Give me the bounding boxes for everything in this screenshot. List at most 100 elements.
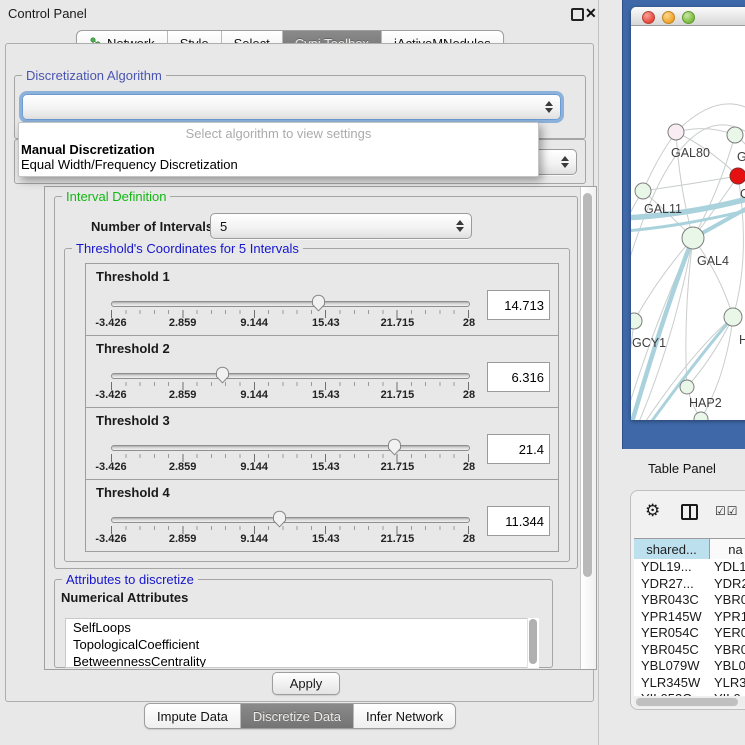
tab-impute-data[interactable]: Impute Data (145, 704, 240, 728)
algorithm-combobox[interactable] (22, 94, 561, 120)
slider-tick-labels: -3.4262.8599.14415.4321.71528 (111, 533, 469, 546)
node-hap2[interactable] (680, 380, 694, 394)
cell-shared-name: YBR043C (634, 592, 709, 609)
threshold-panel-1: Threshold 1 -3.4262.8599.14415.4321.7152… (85, 263, 559, 336)
tab-discretize-data-label: Discretize Data (253, 709, 341, 724)
column-header-shared-name[interactable]: shared... (634, 539, 710, 560)
tick-label: -3.426 (95, 389, 126, 401)
node-selected-red[interactable] (730, 168, 745, 184)
number-of-intervals-combobox[interactable]: 5 (210, 213, 472, 239)
control-panel-titlebar: Control Panel ✕ (0, 0, 598, 26)
tick-label: 2.859 (169, 389, 197, 401)
gear-icon[interactable]: ⚙ (645, 501, 660, 521)
zoom-traffic-light-icon[interactable] (682, 11, 695, 24)
algorithm-dropdown-popup: Select algorithm to view settings Manual… (18, 122, 539, 177)
threshold-2-value-field[interactable] (487, 362, 550, 392)
table-row[interactable]: YLR345WYLR3 (634, 675, 745, 692)
float-window-icon[interactable] (571, 8, 584, 21)
threshold-3-slider[interactable] (111, 445, 470, 451)
list-item[interactable]: TopologicalCoefficient (66, 636, 528, 653)
cell-shared-name: YPR145W (634, 609, 709, 626)
numerical-attributes-list: SelfLoopsTopologicalCoefficientBetweenne… (65, 618, 529, 668)
table-row[interactable]: YBL079WYBL0 (634, 658, 745, 675)
threshold-1-value-field[interactable] (487, 290, 550, 320)
threshold-3-value-field[interactable] (487, 434, 550, 464)
node-bottom[interactable] (694, 412, 708, 420)
panel-title: Control Panel (8, 6, 87, 21)
checkboxes-icon[interactable]: ☑☑ (715, 504, 739, 518)
cell-shared-name: YBL079W (634, 658, 709, 675)
tick-label: 21.715 (381, 389, 415, 401)
node-label: H (739, 333, 745, 347)
table-row[interactable]: YBR043CYBR0 (634, 592, 745, 609)
close-traffic-light-icon[interactable] (642, 11, 655, 24)
numerical-attributes-label: Numerical Attributes (61, 590, 188, 605)
threshold-4-slider[interactable] (111, 517, 470, 523)
bottom-tab-bar: Impute Data Discretize Data Infer Networ… (144, 703, 456, 729)
tick-label: 9.144 (240, 389, 268, 401)
tick-label: 2.859 (169, 461, 197, 473)
attributes-group-title: Attributes to discretize (62, 572, 198, 587)
table-row[interactable]: YBR045CYBR0 (634, 642, 745, 659)
control-panel: Control Panel ✕ Network Style Select Cyn… (0, 0, 599, 745)
threshold-panel-2: Threshold 2 -3.4262.8599.14415.4321.7152… (85, 335, 559, 408)
table-row[interactable]: YDR27...YDR2 (634, 576, 745, 593)
node-gal11[interactable] (635, 183, 651, 199)
threshold-2-slider[interactable] (111, 373, 470, 379)
column-header-name[interactable]: na (710, 539, 745, 560)
node-label: GAL11 (644, 202, 682, 216)
table-header: shared... na (634, 538, 745, 561)
combo-arrows-icon (454, 220, 465, 232)
node-top-right[interactable] (727, 127, 743, 143)
threshold-4-value-field[interactable] (487, 506, 550, 536)
tick-label: 28 (463, 461, 475, 473)
threshold-4-label: Threshold 4 (96, 485, 170, 500)
algorithm-placeholder: Select algorithm to view settings (19, 123, 538, 142)
tick-label: 9.144 (240, 461, 268, 473)
interval-definition-group-title: Interval Definition (62, 189, 170, 204)
node-label: GCY1 (632, 336, 666, 350)
tick-label: 21.715 (381, 533, 415, 545)
tab-discretize-data[interactable]: Discretize Data (240, 704, 353, 728)
cell-name: YER0 (709, 625, 745, 642)
settings-vertical-scrollbar[interactable] (580, 187, 596, 669)
tab-infer-network[interactable]: Infer Network (353, 704, 455, 728)
apply-button[interactable]: Apply (272, 672, 340, 695)
table-rows: YDL19...YDL1YDR27...YDR2YBR043CYBR0YPR14… (634, 559, 745, 696)
tick-label: 9.144 (240, 533, 268, 545)
number-of-intervals-label: Number of Intervals (91, 219, 213, 234)
table-row[interactable]: YER054CYER0 (634, 625, 745, 642)
node-gal4[interactable] (682, 227, 704, 249)
table-horizontal-scrollbar[interactable] (634, 697, 745, 707)
node-right[interactable] (724, 308, 742, 326)
attributes-list-scrollbar[interactable] (527, 618, 539, 668)
cell-name: YBL0 (709, 658, 745, 675)
number-of-intervals-value: 5 (211, 219, 454, 234)
tick-label: 21.715 (381, 461, 415, 473)
node-gal80[interactable] (668, 124, 684, 140)
table-row[interactable]: YIL052CYIL0 (634, 691, 745, 696)
network-canvas[interactable]: GAL80 GA C GAL11 GAL4 GCY1 H HAP2 (631, 26, 745, 420)
scrollbar-thumb[interactable] (583, 193, 592, 577)
network-window-titlebar (631, 7, 745, 26)
table-toolbar: ⚙ ☑☑ (631, 491, 745, 535)
close-icon[interactable]: ✕ (585, 5, 597, 22)
threshold-1-slider[interactable] (111, 301, 470, 307)
list-item[interactable]: BetweennessCentrality (66, 653, 528, 668)
tick-label: -3.426 (95, 461, 126, 473)
scrollbar-thumb[interactable] (636, 698, 738, 706)
minimize-traffic-light-icon[interactable] (662, 11, 675, 24)
table-row[interactable]: YPR145WYPR1 (634, 609, 745, 626)
tick-label: -3.426 (95, 317, 126, 329)
option-equal-width-frequency[interactable]: Equal Width/Frequency Discretization (19, 157, 538, 172)
table-row[interactable]: YDL19...YDL1 (634, 559, 745, 576)
slider-tick-labels: -3.4262.8599.14415.4321.71528 (111, 461, 469, 474)
combo-arrows-icon (559, 156, 570, 168)
option-manual-discretization[interactable]: Manual Discretization (19, 142, 538, 157)
node-label: HAP2 (689, 396, 722, 410)
scrollbar-thumb[interactable] (529, 619, 537, 664)
tick-label: 2.859 (169, 317, 197, 329)
columns-icon[interactable] (681, 504, 698, 520)
node-gcy1[interactable] (631, 313, 642, 329)
list-item[interactable]: SelfLoops (66, 619, 528, 636)
